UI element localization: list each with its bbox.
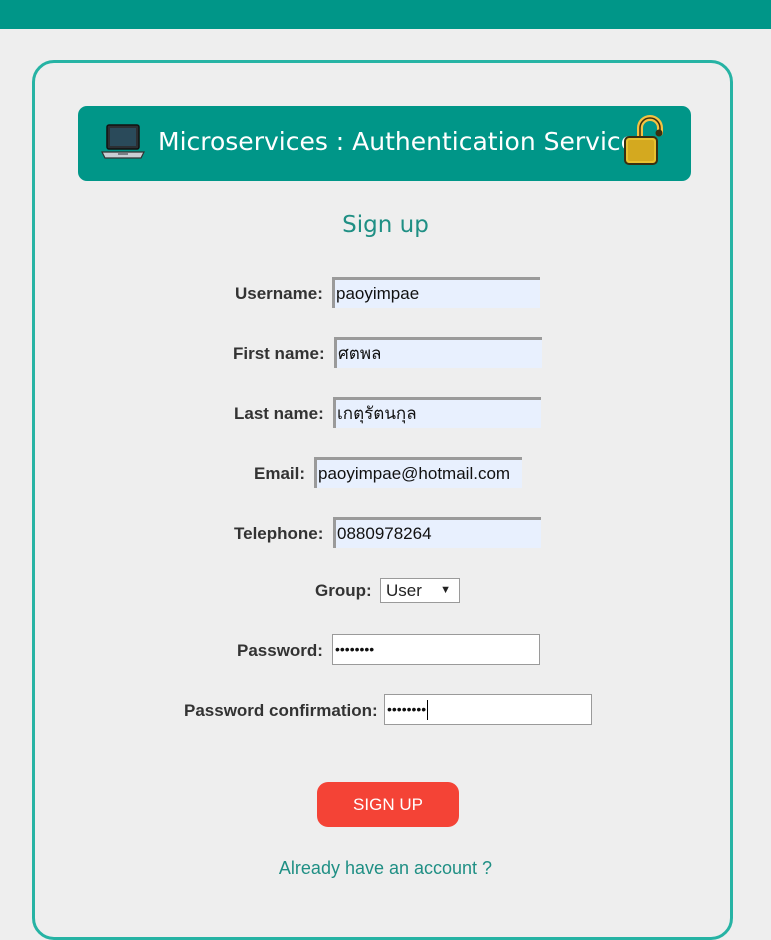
email-label: Email:	[254, 464, 306, 483]
password-label: Password:	[237, 641, 323, 660]
last-name-field[interactable]: เกตุรัตนกุล	[333, 397, 541, 428]
group-label: Group:	[315, 581, 372, 600]
sign-up-button[interactable]: SIGN UP	[317, 782, 459, 827]
last-name-label: Last name:	[234, 404, 324, 423]
email-field[interactable]: paoyimpae@hotmail.com	[314, 457, 522, 488]
username-field[interactable]: paoyimpae	[332, 277, 540, 308]
page-title: Sign up	[342, 212, 429, 238]
telephone-label: Telephone:	[234, 524, 324, 543]
laptop-icon	[101, 124, 145, 159]
app-title: Microservices : Authentication Service	[158, 127, 637, 156]
group-selected-value: User	[386, 581, 422, 600]
lock-icon	[624, 115, 663, 165]
first-name-field[interactable]: ศตพล	[334, 337, 542, 368]
top-app-bar	[0, 0, 771, 29]
text-cursor	[427, 700, 429, 721]
username-label: Username:	[235, 284, 323, 303]
header-banner: Microservices : Authentication Service	[78, 106, 691, 181]
login-link[interactable]: Already have an account ?	[0, 857, 771, 879]
first-name-label: First name:	[233, 344, 325, 363]
password-confirmation-value: ••••••••	[387, 701, 427, 717]
password-confirmation-label: Password confirmation:	[184, 701, 378, 720]
group-select[interactable]: User ▼	[380, 578, 460, 603]
password-confirmation-field[interactable]: ••••••••	[384, 694, 592, 725]
chevron-down-icon: ▼	[440, 584, 451, 596]
password-field[interactable]: ••••••••	[332, 634, 540, 665]
telephone-field[interactable]: 0880978264	[333, 517, 541, 548]
